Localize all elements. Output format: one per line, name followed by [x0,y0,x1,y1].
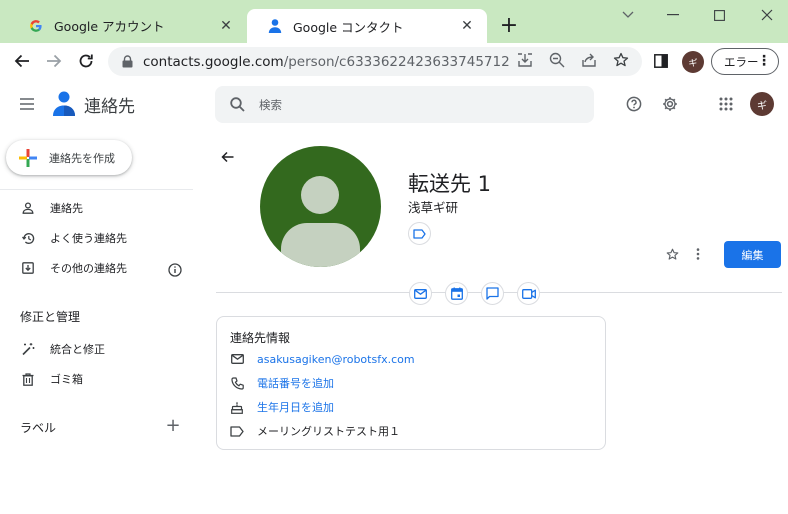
cake-icon [230,400,244,414]
forward-icon[interactable] [42,49,66,73]
tab-google-contacts[interactable]: Google コンタクト ✕ [247,9,487,43]
add-birthday-link[interactable]: 生年月日を追加 [257,399,334,415]
label-icon[interactable] [408,222,431,245]
sidebar-item-trash[interactable]: ゴミ箱 [0,365,200,393]
minimize-icon[interactable] [658,4,688,26]
settings-gear-icon[interactable] [661,95,679,113]
back-icon[interactable] [10,49,34,73]
account-avatar[interactable]: ギ [750,92,774,116]
share-icon[interactable] [580,51,598,69]
tab-title: Google アカウント [54,19,165,34]
sidebar-divider [0,189,193,190]
magic-wand-icon [21,342,35,356]
sidebar-item-contacts[interactable]: 連絡先 [0,194,200,222]
info-icon[interactable] [168,262,182,277]
zoom-out-icon[interactable] [548,51,566,69]
avatar-body [281,223,360,267]
history-icon [21,231,35,245]
search-icon[interactable] [229,97,245,113]
chevron-down-icon[interactable] [613,4,643,26]
email-link[interactable]: asakusagiken@robotsfx.com [257,353,415,366]
chat-action-icon[interactable] [481,282,504,305]
contact-organization: 浅草ギ研 [408,200,459,215]
section-title-labels: ラベル [20,421,57,435]
sidebar-item-merge-fix[interactable]: 統合と修正 [0,335,200,363]
info-card-title: 連絡先情報 [230,331,291,345]
edit-button[interactable]: 編集 [724,241,781,268]
sidebar-item-label: ゴミ箱 [50,373,83,386]
star-icon[interactable] [665,247,679,261]
side-panel-icon[interactable] [651,51,671,71]
sidebar-item-frequent[interactable]: よく使う連絡先 [0,224,200,252]
search-input[interactable]: 検索 [215,86,594,123]
install-icon[interactable] [516,51,534,69]
avatar-head [301,176,339,214]
import-icon [21,261,35,275]
error-button-label: エラー [724,54,759,69]
close-window-icon[interactable] [752,4,782,26]
phone-row[interactable]: 電話番号を追加 [230,375,334,391]
maximize-icon[interactable] [704,4,734,26]
create-contact-label: 連絡先を作成 [49,151,115,165]
bookmark-star-icon[interactable] [612,51,630,69]
app-title[interactable]: 連絡先 [84,92,135,117]
browser-toolbar: contacts.google.com/person/c633362242363… [0,43,788,79]
email-row[interactable]: asakusagiken@robotsfx.com [230,351,415,367]
search-placeholder: 検索 [259,97,282,112]
sidebar-item-label: 統合と修正 [50,343,105,356]
google-g-icon [28,18,44,34]
contacts-person-icon [267,18,283,34]
main-menu-icon[interactable] [17,95,37,113]
birthday-row[interactable]: 生年月日を追加 [230,399,334,415]
close-icon[interactable]: ✕ [218,18,234,34]
sidebar-item-label: 連絡先 [50,202,83,215]
person-icon [21,201,35,215]
label-row[interactable]: メーリングリストテスト用１ [230,423,400,439]
new-tab-button[interactable]: + [498,13,520,38]
email-action-icon[interactable] [409,282,432,305]
create-contact-button[interactable]: 連絡先を作成 [6,140,132,175]
sidebar-item-label: その他の連絡先 [50,262,127,275]
contact-avatar[interactable] [260,146,381,267]
url-text: contacts.google.com/person/c633362242363… [143,53,510,70]
mail-icon [230,352,244,366]
apps-grid-icon[interactable] [717,95,735,113]
tab-google-account[interactable]: Google アカウント ✕ [8,8,246,43]
help-icon[interactable] [625,95,643,113]
browser-tabstrip: Google アカウント ✕ Google コンタクト ✕ + [0,0,788,43]
contact-name: 転送先 1 [408,172,492,196]
add-phone-link[interactable]: 電話番号を追加 [257,375,334,391]
sidebar-item-label: よく使う連絡先 [50,232,127,245]
browser-profile-avatar[interactable]: ギ [682,51,704,73]
trash-icon [21,372,35,386]
phone-icon [230,376,244,390]
reload-icon[interactable] [74,49,98,73]
plus-multicolor-icon [18,148,38,168]
video-action-icon[interactable] [517,282,540,305]
back-arrow-icon[interactable] [219,150,235,164]
error-button[interactable]: エラー ⋮ [711,48,779,75]
more-vert-icon[interactable] [693,247,703,261]
label-text: メーリングリストテスト用１ [257,425,400,438]
close-icon[interactable]: ✕ [459,18,475,34]
section-title-manage: 修正と管理 [20,310,81,324]
tab-title: Google コンタクト [293,19,404,35]
label-icon [230,424,244,438]
calendar-action-icon[interactable] [445,282,468,305]
add-label-icon[interactable]: + [165,415,180,436]
contact-info-card: 連絡先情報 asakusagiken@robotsfx.com 電話番号を追加 … [216,316,606,450]
more-vert-icon: ⋮ [757,53,771,69]
contacts-logo-icon[interactable] [52,90,76,116]
lock-icon[interactable] [120,55,134,69]
